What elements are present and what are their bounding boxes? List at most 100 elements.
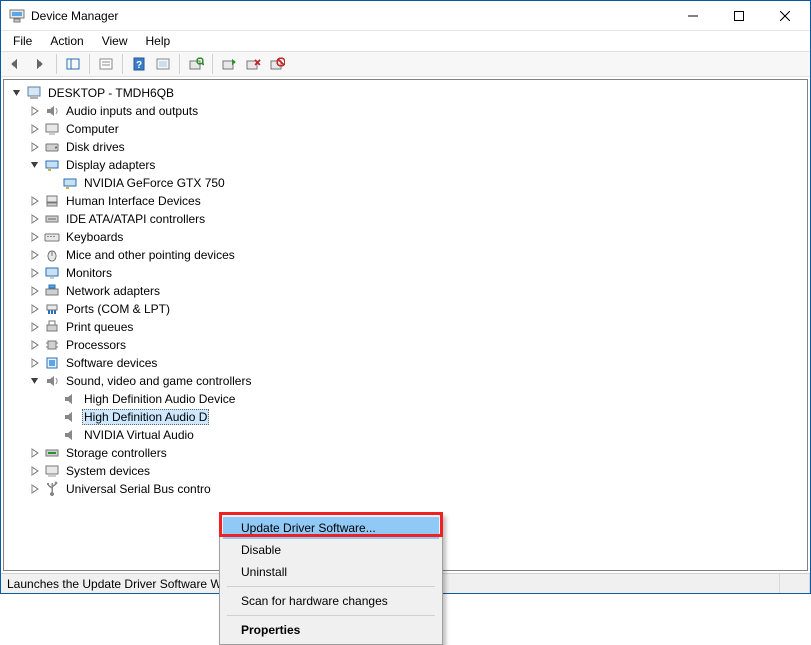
- ctx-scan-hardware[interactable]: Scan for hardware changes: [223, 590, 439, 612]
- tree-label: Universal Serial Bus contro: [64, 482, 213, 496]
- printer-icon: [44, 319, 60, 335]
- cpu-icon: [44, 337, 60, 353]
- update-driver-button[interactable]: [218, 53, 240, 75]
- caret-right-icon[interactable]: [28, 464, 42, 478]
- caret-right-icon[interactable]: [28, 266, 42, 280]
- device-manager-icon: [9, 8, 25, 24]
- tree-node[interactable]: Disk drives: [10, 138, 807, 156]
- storage-controller-icon: [44, 445, 60, 461]
- caret-right-icon[interactable]: [28, 338, 42, 352]
- display-adapter-icon: [44, 157, 60, 173]
- menu-help[interactable]: Help: [138, 33, 179, 49]
- svg-text:?: ?: [136, 60, 142, 71]
- tree-root-node[interactable]: DESKTOP - TMDH6QB: [10, 84, 807, 102]
- tree-label: Audio inputs and outputs: [64, 104, 200, 118]
- titlebar: Device Manager: [1, 1, 810, 31]
- tree-node[interactable]: Display adapters: [10, 156, 807, 174]
- caret-right-icon[interactable]: [28, 140, 42, 154]
- ctx-disable[interactable]: Disable: [223, 539, 439, 561]
- tree-node[interactable]: Computer: [10, 120, 807, 138]
- caret-right-icon[interactable]: [28, 104, 42, 118]
- speaker-icon: [44, 103, 60, 119]
- monitor-icon: [44, 265, 60, 281]
- caret-right-icon[interactable]: [28, 356, 42, 370]
- tree-node[interactable]: Keyboards: [10, 228, 807, 246]
- caret-right-icon[interactable]: [28, 212, 42, 226]
- ctx-update-driver[interactable]: Update Driver Software...: [223, 517, 439, 539]
- tree-node-selected[interactable]: · High Definition Audio D: [10, 408, 807, 426]
- help-button[interactable]: ?: [128, 53, 150, 75]
- tree-node[interactable]: Human Interface Devices: [10, 192, 807, 210]
- ctx-separator: [227, 615, 435, 616]
- tree-label: Mice and other pointing devices: [64, 248, 237, 262]
- ctx-separator: [227, 586, 435, 587]
- tree-node[interactable]: Print queues: [10, 318, 807, 336]
- ctx-item-label: Update Driver Software...: [241, 521, 376, 535]
- speaker-icon: [62, 427, 78, 443]
- maximize-button[interactable]: [716, 1, 762, 31]
- usb-icon: [44, 481, 60, 497]
- speaker-icon: [62, 409, 78, 425]
- tree-node[interactable]: Software devices: [10, 354, 807, 372]
- caret-right-icon[interactable]: [28, 122, 42, 136]
- device-tree[interactable]: DESKTOP - TMDH6QB Audio inputs and outpu…: [3, 79, 808, 571]
- ctx-item-label: Scan for hardware changes: [241, 594, 388, 608]
- tree-label: NVIDIA GeForce GTX 750: [82, 176, 227, 190]
- system-device-icon: [44, 463, 60, 479]
- toolbar-separator: [122, 54, 123, 74]
- tree-node[interactable]: Universal Serial Bus contro: [10, 480, 807, 498]
- caret-right-icon[interactable]: [28, 230, 42, 244]
- network-icon: [44, 283, 60, 299]
- port-icon: [44, 301, 60, 317]
- tree-node[interactable]: Ports (COM & LPT): [10, 300, 807, 318]
- ctx-properties[interactable]: Properties: [223, 619, 439, 641]
- disk-icon: [44, 139, 60, 155]
- tree-node[interactable]: Storage controllers: [10, 444, 807, 462]
- tree-node[interactable]: System devices: [10, 462, 807, 480]
- tree-node[interactable]: · NVIDIA Virtual Audio: [10, 426, 807, 444]
- tree-label: Display adapters: [64, 158, 157, 172]
- tree-node[interactable]: · High Definition Audio Device: [10, 390, 807, 408]
- caret-right-icon[interactable]: [28, 320, 42, 334]
- disable-button[interactable]: [266, 53, 288, 75]
- caret-down-icon[interactable]: [28, 374, 42, 388]
- caret-right-icon[interactable]: [28, 248, 42, 262]
- tree-node[interactable]: Mice and other pointing devices: [10, 246, 807, 264]
- tree-node[interactable]: IDE ATA/ATAPI controllers: [10, 210, 807, 228]
- caret-right-icon[interactable]: [28, 482, 42, 496]
- caret-right-icon[interactable]: [28, 446, 42, 460]
- caret-down-icon[interactable]: [10, 86, 24, 100]
- tree-node[interactable]: Monitors: [10, 264, 807, 282]
- scan-hardware-button[interactable]: [185, 53, 207, 75]
- caret-down-icon[interactable]: [28, 158, 42, 172]
- tree-node[interactable]: Sound, video and game controllers: [10, 372, 807, 390]
- menu-file[interactable]: File: [5, 33, 40, 49]
- action-button[interactable]: [152, 53, 174, 75]
- tree-node[interactable]: Audio inputs and outputs: [10, 102, 807, 120]
- computer-icon: [26, 85, 42, 101]
- tree-label: Disk drives: [64, 140, 127, 154]
- display-adapter-icon: [62, 175, 78, 191]
- minimize-button[interactable]: [670, 1, 716, 31]
- show-hide-tree-button[interactable]: [62, 53, 84, 75]
- caret-right-icon[interactable]: [28, 194, 42, 208]
- close-button[interactable]: [762, 1, 808, 31]
- caret-right-icon[interactable]: [28, 284, 42, 298]
- tree-node[interactable]: Network adapters: [10, 282, 807, 300]
- window-title: Device Manager: [31, 9, 670, 23]
- ide-icon: [44, 211, 60, 227]
- keyboard-icon: [44, 229, 60, 245]
- forward-button[interactable]: [29, 53, 51, 75]
- properties-button[interactable]: [95, 53, 117, 75]
- uninstall-button[interactable]: [242, 53, 264, 75]
- menubar: File Action View Help: [1, 31, 810, 51]
- ctx-uninstall[interactable]: Uninstall: [223, 561, 439, 583]
- speaker-icon: [62, 391, 78, 407]
- menu-action[interactable]: Action: [42, 33, 91, 49]
- menu-view[interactable]: View: [94, 33, 136, 49]
- back-button[interactable]: [5, 53, 27, 75]
- toolbar-separator: [89, 54, 90, 74]
- tree-node[interactable]: · NVIDIA GeForce GTX 750: [10, 174, 807, 192]
- tree-node[interactable]: Processors: [10, 336, 807, 354]
- caret-right-icon[interactable]: [28, 302, 42, 316]
